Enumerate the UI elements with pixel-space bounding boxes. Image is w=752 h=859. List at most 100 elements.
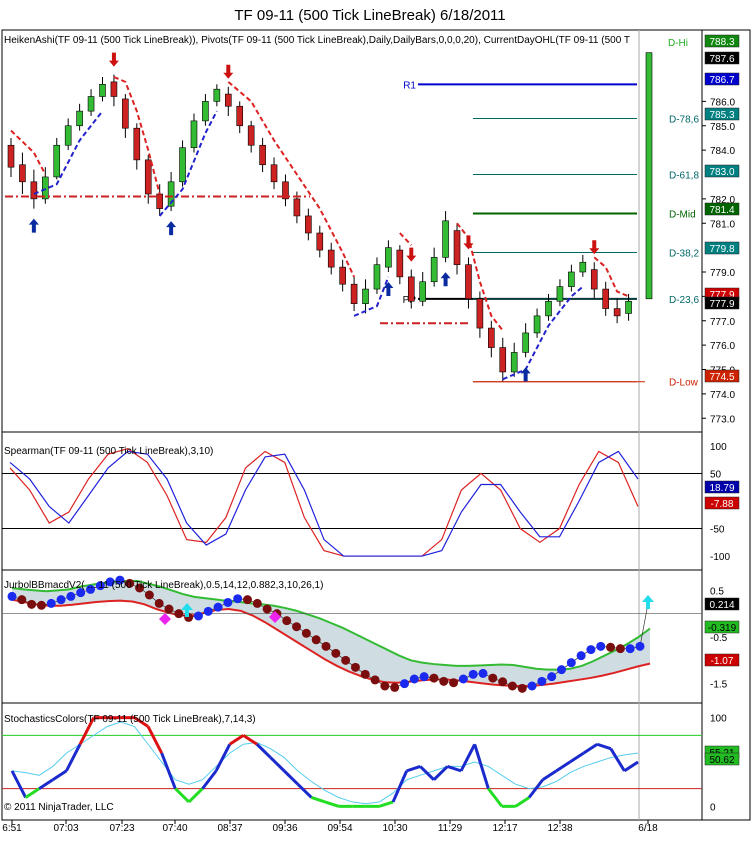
candle-body	[430, 257, 438, 283]
spearman-badge: -7.88	[711, 499, 734, 510]
x-tick-label: 10:30	[382, 823, 407, 834]
x-tick-label: 12:38	[547, 823, 572, 834]
jurbol-badge: 0.214	[709, 600, 734, 611]
jurbol-dot	[292, 622, 302, 632]
candle-body	[407, 276, 415, 302]
jurbol-dot	[606, 642, 616, 652]
candle-body	[224, 93, 232, 107]
jurbol-dot	[429, 673, 439, 683]
jurbol-dot	[27, 599, 37, 609]
price-indicator-label: HeikenAshi(TF 09-11 (500 Tick LineBreak)…	[4, 35, 630, 46]
candle-body	[7, 144, 15, 168]
price-axis-badge: 779.8	[709, 244, 734, 255]
price-tick-label: 777.0	[710, 317, 735, 328]
candle-body	[568, 271, 575, 287]
x-tick-label: 6:51	[2, 823, 22, 834]
jurbol-dot	[557, 665, 566, 675]
jurbol-dot	[301, 628, 311, 638]
level-label: D-Hi	[668, 38, 688, 49]
jurbol-dot	[419, 672, 429, 682]
jurbol-dot	[566, 658, 576, 668]
price-axis-badge: 777.9	[709, 299, 734, 310]
candle-body	[499, 347, 507, 373]
candle-body	[293, 198, 301, 217]
candle-body	[110, 81, 118, 97]
jurbol-dot	[243, 595, 252, 605]
candle-body	[488, 327, 495, 348]
jurbol-tick-label: -0.5	[710, 633, 728, 644]
spearman-tick-label: -100	[710, 552, 730, 563]
candle-body	[579, 261, 587, 273]
jurbol-dot	[174, 609, 184, 619]
spearman-tick-label: -50	[710, 525, 725, 536]
candle-body	[419, 281, 427, 302]
price-tick-label: 774.0	[710, 390, 735, 401]
candle-body	[442, 220, 449, 258]
jurbol-dot	[439, 676, 449, 686]
jurbol-dot	[154, 598, 164, 608]
price-axis-badge: 781.4	[709, 205, 734, 216]
candle-body	[190, 120, 198, 148]
level-label: D-38,2	[669, 249, 699, 260]
candle-body	[350, 283, 358, 304]
candle-body	[76, 110, 83, 127]
price-axis-badge: 785.3	[709, 110, 734, 121]
jurbol-dot	[223, 597, 233, 607]
panel-frames	[1, 29, 751, 821]
candle-body	[179, 147, 186, 183]
price-tick-label: 786.0	[710, 97, 735, 108]
price-tick-label: 779.0	[710, 268, 735, 279]
candle-body	[53, 144, 61, 178]
level-label: R1	[403, 80, 416, 91]
jurbol-dot	[576, 651, 586, 661]
candle-body	[259, 144, 266, 166]
jurbol-dot	[615, 644, 625, 654]
candle-body	[602, 288, 609, 309]
candle-body	[339, 266, 346, 285]
jurbol-dot	[625, 644, 635, 654]
candle-body	[453, 230, 461, 265]
x-tick-label: 6/18	[638, 823, 658, 834]
candle-body	[122, 98, 129, 129]
candle-body	[87, 96, 95, 112]
spearman-tick-label: 100	[710, 442, 727, 453]
level-label: D-Mid	[669, 210, 696, 221]
jurbol-dot	[203, 606, 213, 616]
x-tick-label: 08:37	[217, 823, 242, 834]
candle-body	[316, 232, 324, 251]
jurbol-dot	[498, 677, 508, 687]
price-axis-badge: 774.5	[709, 372, 734, 383]
stoch-tick-label: 100	[710, 714, 727, 725]
candle-body	[556, 286, 564, 302]
price-tick-label: 785.0	[710, 122, 735, 133]
jurbol-dot	[390, 682, 400, 692]
candle-body	[476, 298, 484, 329]
price-tick-label: 776.0	[710, 341, 735, 352]
jurbol-dot	[517, 683, 527, 693]
level-label: D-23,6	[669, 295, 699, 306]
stoch-tick-label: 0	[710, 802, 716, 813]
jurbol-dot	[537, 676, 547, 686]
x-tick-label: 07:23	[109, 823, 134, 834]
jurbol-tick-label: -1.5	[710, 680, 728, 691]
jurbol-label: JurbolBBmacdV2( ... 11 (500 Tick LineBre…	[4, 580, 323, 591]
level-label: D-78,6	[669, 114, 699, 125]
candle-body	[213, 88, 221, 102]
price-axis-badge: 786.7	[709, 75, 734, 86]
jurbol-dot	[233, 594, 243, 604]
jurbol-dot	[409, 674, 419, 684]
candle-body	[305, 215, 312, 234]
jurbol-badge: -0.319	[708, 623, 737, 634]
jurbol-dot	[478, 668, 488, 678]
candle-body	[99, 84, 106, 97]
jurbol-dot	[193, 611, 203, 621]
jurbol-dot	[311, 635, 321, 645]
jurbol-tick-label: 0.5	[710, 586, 724, 597]
candle-body	[247, 125, 255, 146]
level-label: D-Low	[669, 378, 699, 389]
candle-body	[613, 308, 621, 317]
candle-body	[590, 269, 598, 290]
jurbol-dot	[282, 616, 292, 626]
x-tick-label: 09:54	[327, 823, 352, 834]
jurbol-dot	[321, 641, 331, 651]
